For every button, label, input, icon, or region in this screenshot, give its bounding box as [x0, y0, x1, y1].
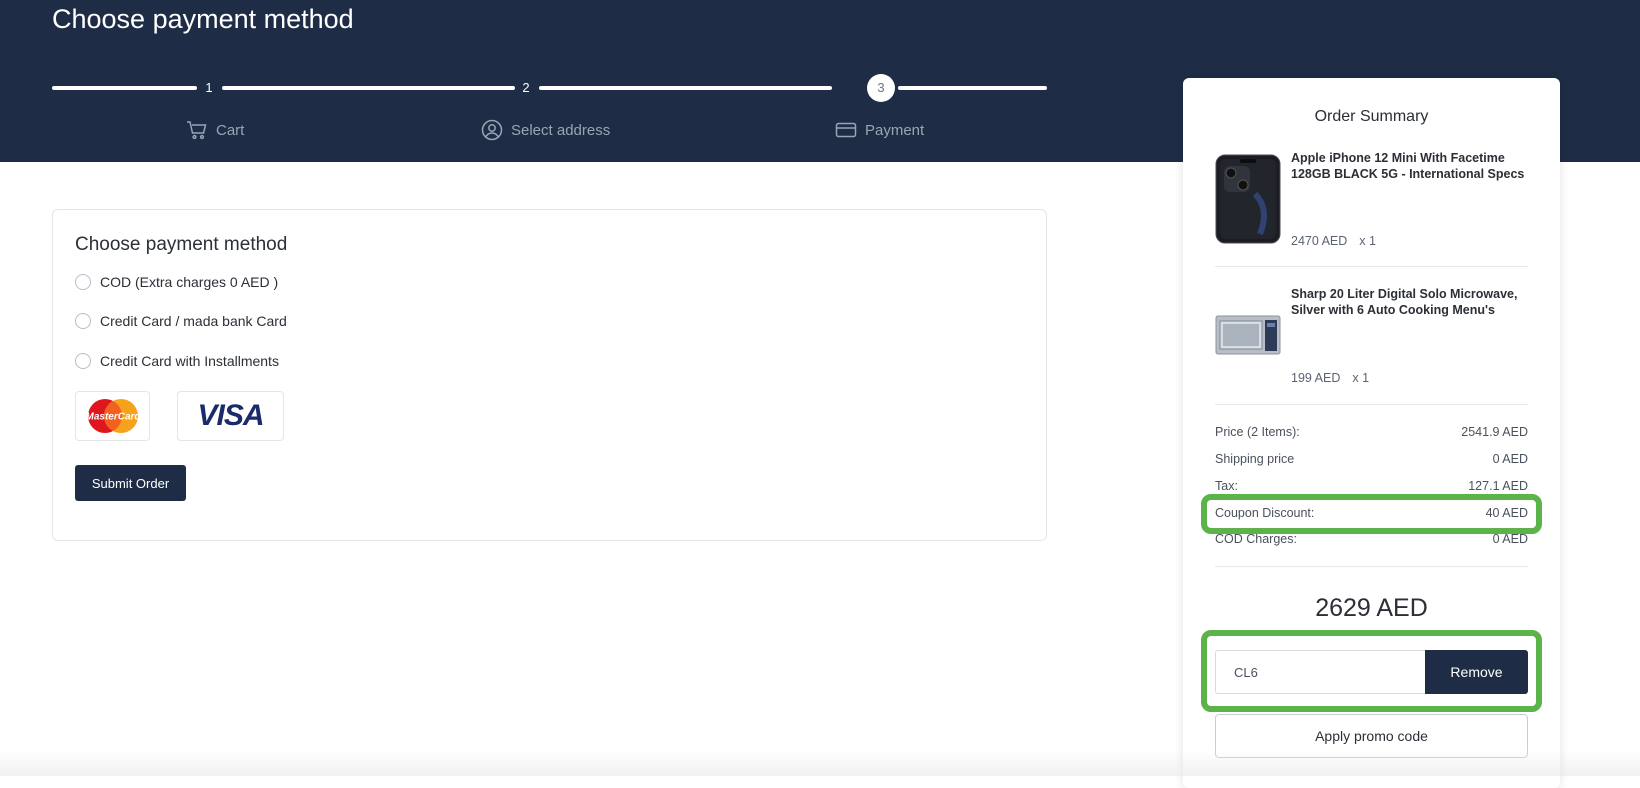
user-circle-icon — [481, 119, 503, 141]
visa-logo: VISA — [177, 391, 284, 441]
cod-charges-label: COD Charges: — [1215, 532, 1297, 546]
radio-button[interactable] — [75, 353, 91, 369]
step-cart-label: Cart — [216, 121, 245, 139]
step-cart[interactable]: Cart — [186, 118, 244, 142]
step-number-2: 2 — [522, 80, 530, 95]
promo-code-input[interactable] — [1215, 650, 1425, 694]
shipping-row: Shipping price 0 AED — [1215, 452, 1528, 466]
radio-button[interactable] — [75, 274, 91, 290]
remove-promo-button[interactable]: Remove — [1425, 650, 1528, 694]
payment-option-label: Credit Card with Installments — [100, 353, 279, 369]
product-image-microwave[interactable] — [1215, 312, 1281, 356]
coupon-discount-row: Coupon Discount: 40 AED — [1215, 506, 1528, 520]
submit-order-button[interactable]: Submit Order — [75, 465, 186, 501]
visa-logo-text: VISA — [197, 399, 264, 432]
product-price-row: 2470 AED x 1 — [1291, 234, 1376, 248]
order-summary-title: Order Summary — [1314, 108, 1429, 125]
price-row-value: 2541.9 AED — [1461, 425, 1528, 439]
progress-segment — [539, 86, 832, 90]
radio-button[interactable] — [75, 313, 91, 329]
shipping-row-value: 0 AED — [1492, 452, 1528, 466]
step-select-address-label: Select address — [511, 121, 611, 139]
product-name[interactable]: Sharp 20 Liter Digital Solo Microwave, S… — [1291, 286, 1531, 318]
price-row: Price (2 Items): 2541.9 AED — [1215, 425, 1528, 439]
payment-option-credit-card[interactable]: Credit Card / mada bank Card — [75, 313, 287, 329]
coupon-discount-value: 40 AED — [1485, 506, 1528, 520]
order-item: Apple iPhone 12 Mini With Facetime 128GB… — [1215, 150, 1528, 250]
progress-segment — [222, 86, 515, 90]
divider — [1215, 266, 1528, 267]
page-title: Choose payment method — [52, 4, 354, 34]
order-total: 2629 AED — [1315, 594, 1428, 622]
bottom-fade — [0, 750, 1640, 776]
step-number-1: 1 — [205, 80, 213, 95]
credit-card-icon — [835, 121, 857, 139]
payment-method-card: Choose payment method COD (Extra charges… — [52, 209, 1047, 541]
payment-option-label: Credit Card / mada bank Card — [100, 313, 287, 329]
mastercard-logo-text: MasterCard — [85, 412, 141, 423]
payment-method-title: Choose payment method — [75, 234, 288, 255]
shipping-row-label: Shipping price — [1215, 452, 1295, 466]
tax-row-value: 127.1 AED — [1468, 479, 1528, 493]
divider — [1215, 566, 1528, 567]
tax-row-label: Tax: — [1215, 479, 1238, 493]
product-price: 2470 AED — [1291, 234, 1348, 248]
step-number-3-active: 3 — [867, 74, 895, 102]
price-row-label: Price (2 Items): — [1215, 425, 1300, 439]
step-payment-label: Payment — [865, 121, 925, 139]
cod-charges-row: COD Charges: 0 AED — [1215, 532, 1528, 546]
product-price-row: 199 AED x 1 — [1291, 371, 1369, 385]
payment-option-cod[interactable]: COD (Extra charges 0 AED ) — [75, 274, 278, 290]
product-quantity: x 1 — [1352, 371, 1370, 385]
payment-option-installments[interactable]: Credit Card with Installments — [75, 353, 279, 369]
payment-option-label: COD (Extra charges 0 AED ) — [100, 274, 279, 290]
step-select-address[interactable]: Select address — [481, 118, 610, 142]
divider — [1215, 404, 1528, 405]
product-price: 199 AED — [1291, 371, 1341, 385]
order-item: Sharp 20 Liter Digital Solo Microwave, S… — [1215, 286, 1528, 386]
tax-row: Tax: 127.1 AED — [1215, 479, 1528, 493]
progress-segment — [52, 86, 197, 90]
cart-icon — [186, 120, 208, 140]
progress-segment — [898, 86, 1047, 90]
coupon-discount-label: Coupon Discount: — [1215, 506, 1315, 520]
product-image-iphone[interactable] — [1215, 154, 1281, 244]
mastercard-logo: MasterCard — [75, 391, 150, 441]
step-payment[interactable]: Payment — [835, 118, 924, 142]
product-quantity: x 1 — [1359, 234, 1376, 248]
cod-charges-value: 0 AED — [1492, 532, 1528, 546]
product-name[interactable]: Apple iPhone 12 Mini With Facetime 128GB… — [1291, 150, 1531, 182]
order-summary-panel: Order Summary Apple iPhone 12 Mini With … — [1183, 78, 1560, 788]
